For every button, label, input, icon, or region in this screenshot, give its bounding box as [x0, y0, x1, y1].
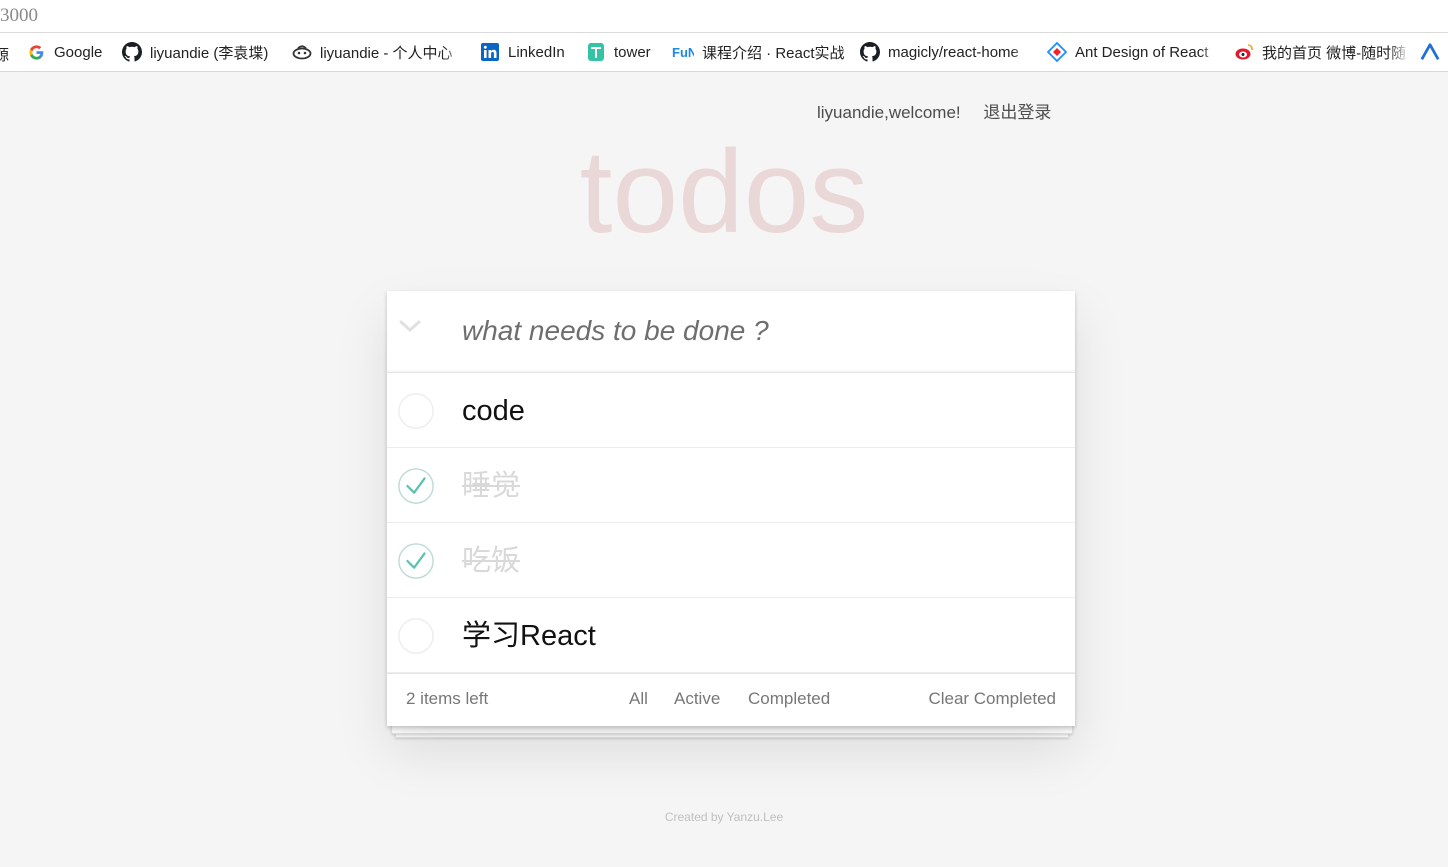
- todo-footer: 2 items left All Active Completed Clear …: [387, 673, 1075, 726]
- clear-completed-button[interactable]: Clear Completed: [928, 689, 1056, 709]
- bookmark-tower[interactable]: tower: [586, 33, 651, 71]
- weibo-icon: [1234, 42, 1254, 62]
- bookmark-overflow-a[interactable]: [1420, 33, 1440, 71]
- todo-app: code 睡觉吃饭学习React 2 items left All Active …: [387, 291, 1075, 726]
- bookmark-label: Google: [54, 43, 103, 61]
- todo-list: code 睡觉吃饭学习React: [387, 373, 1075, 673]
- filter-all[interactable]: All: [629, 689, 648, 709]
- bookmark-github-liyuandie[interactable]: liyuandie (李袁堞): [122, 33, 268, 71]
- google-icon: [26, 42, 46, 62]
- bookmark-truncated-label[interactable]: 源: [0, 44, 9, 65]
- bookmark-label: tower: [614, 43, 651, 61]
- bookmarks-bar: 源 Google liyuandie (李袁堞) liyuandie - 个人中…: [0, 33, 1448, 72]
- checked-circle-icon[interactable]: [397, 467, 435, 505]
- new-todo-header: [387, 291, 1075, 373]
- bookmark-google[interactable]: Google: [26, 33, 102, 71]
- bookmark-weibo[interactable]: 我的首页 微博-随时随: [1234, 33, 1410, 71]
- bookmark-label: 我的首页 微博-随时随: [1262, 44, 1407, 62]
- bookmark-github-react-home[interactable]: magicly/react-home: [860, 33, 1032, 71]
- github-icon: [860, 42, 880, 62]
- linkedin-icon: [480, 42, 500, 62]
- bookmark-linkedin[interactable]: LinkedIn: [480, 33, 565, 71]
- filter-active[interactable]: Active: [674, 689, 720, 709]
- address-text[interactable]: 3000: [0, 5, 38, 27]
- bookmark-label: liyuandie (李袁堞): [150, 44, 269, 62]
- todo-item: 吃饭: [387, 523, 1075, 598]
- todo-label[interactable]: 睡觉: [462, 467, 520, 505]
- checked-circle-icon[interactable]: [397, 542, 435, 580]
- address-bar[interactable]: 3000: [0, 0, 1448, 33]
- svg-text:FuN: FuN: [672, 45, 694, 59]
- credit-text: Created by Yanzu.Lee: [664, 810, 784, 824]
- antdesign-icon: [1047, 42, 1067, 62]
- segmentfault-icon: [292, 42, 312, 62]
- new-todo-input[interactable]: [462, 311, 1052, 351]
- unchecked-circle-icon[interactable]: [397, 617, 435, 655]
- github-icon: [122, 42, 142, 62]
- items-left-count: 2 items left: [406, 689, 489, 708]
- todo-label[interactable]: code: [462, 392, 525, 430]
- tower-icon: [586, 42, 606, 62]
- bookmark-label: magicly/react-home: [888, 43, 1019, 61]
- filter-completed[interactable]: Completed: [748, 689, 830, 709]
- bookmark-react-course[interactable]: FuN 课程介绍 · React实战: [672, 33, 845, 71]
- todo-item: 学习React: [387, 598, 1075, 673]
- app-title: todos: [579, 126, 869, 258]
- fun-icon: FuN: [672, 42, 694, 62]
- bookmark-label: liyuandie - 个人中心: [320, 44, 453, 62]
- bookmark-label: 课程介绍 · React实战: [702, 44, 845, 62]
- a-logo-icon: [1420, 42, 1440, 62]
- todo-item: 睡觉: [387, 448, 1075, 523]
- todo-label[interactable]: 学习React: [462, 617, 596, 655]
- bookmark-segmentfault[interactable]: liyuandie - 个人中心: [292, 33, 464, 71]
- todo-item: code: [387, 373, 1075, 448]
- bookmark-label: LinkedIn: [508, 43, 565, 61]
- toggle-all-chevron-icon[interactable]: [399, 319, 421, 339]
- bookmark-ant-design[interactable]: Ant Design of React: [1047, 33, 1221, 71]
- todo-label[interactable]: 吃饭: [462, 542, 520, 580]
- bookmark-label: Ant Design of React: [1075, 43, 1209, 61]
- unchecked-circle-icon[interactable]: [397, 392, 435, 430]
